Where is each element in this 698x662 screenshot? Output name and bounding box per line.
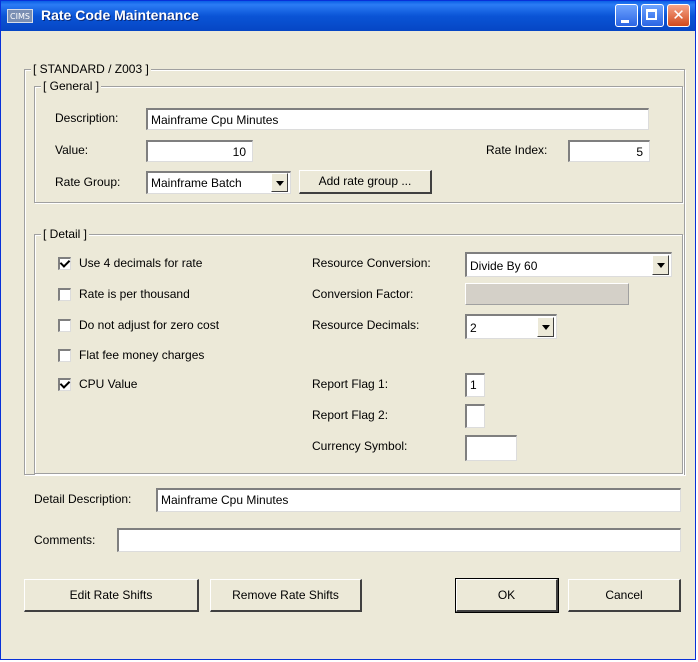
- detail-description-input[interactable]: Mainframe Cpu Minutes: [156, 488, 681, 512]
- conversion-factor-input[interactable]: [465, 283, 629, 305]
- currency-symbol-label: Currency Symbol:: [312, 439, 408, 453]
- cancel-button[interactable]: Cancel: [568, 579, 681, 612]
- comments-label: Comments:: [34, 533, 96, 547]
- report-flag-1-input[interactable]: 1: [465, 373, 485, 397]
- description-input[interactable]: Mainframe Cpu Minutes: [146, 108, 649, 130]
- app-icon: CIMS: [7, 9, 33, 23]
- rate-index-input[interactable]: 5: [568, 140, 650, 162]
- remove-rate-shifts-button[interactable]: Remove Rate Shifts: [210, 579, 362, 612]
- ok-button[interactable]: OK: [455, 578, 559, 613]
- rate-index-label: Rate Index:: [486, 143, 548, 157]
- cpu-value-label: CPU Value: [79, 377, 138, 391]
- resource-conversion-dropdown-button[interactable]: [652, 255, 669, 275]
- close-icon: ✕: [672, 6, 685, 24]
- rate-group-dropdown-button[interactable]: [271, 173, 288, 192]
- resource-conversion-select[interactable]: Divide By 60: [465, 252, 672, 277]
- rate-per-thousand-label: Rate is per thousand: [79, 287, 190, 301]
- description-label: Description:: [55, 111, 119, 125]
- flat-fee-money-checkbox[interactable]: [58, 349, 71, 362]
- resource-decimals-label: Resource Decimals:: [312, 318, 420, 332]
- resource-decimals-dropdown-button[interactable]: [537, 317, 554, 337]
- use-4-decimals-checkbox[interactable]: [58, 257, 71, 270]
- edit-rate-shifts-button[interactable]: Edit Rate Shifts: [24, 579, 199, 612]
- cpu-value-checkbox[interactable]: [58, 378, 71, 391]
- close-button[interactable]: ✕: [667, 4, 690, 27]
- minimize-button[interactable]: [615, 4, 638, 27]
- use-4-decimals-label: Use 4 decimals for rate: [79, 256, 203, 270]
- rate-group-label: Rate Group:: [55, 175, 121, 189]
- comments-input[interactable]: [117, 528, 681, 552]
- currency-symbol-input[interactable]: [465, 435, 517, 461]
- no-adjust-zero-cost-label: Do not adjust for zero cost: [79, 318, 220, 332]
- value-input[interactable]: 10: [146, 140, 253, 162]
- rate-code-group-label: [ STANDARD / Z003 ]: [31, 62, 151, 76]
- conversion-factor-label: Conversion Factor:: [312, 287, 414, 301]
- detail-group-label: [ Detail ]: [41, 227, 90, 241]
- title-bar[interactable]: CIMS Rate Code Maintenance ✕: [1, 1, 695, 31]
- rate-per-thousand-checkbox[interactable]: [58, 288, 71, 301]
- resource-conversion-label: Resource Conversion:: [312, 256, 431, 270]
- maximize-button[interactable]: [641, 4, 664, 27]
- report-flag-2-input[interactable]: [465, 404, 485, 428]
- rate-group-select[interactable]: Mainframe Batch: [146, 171, 291, 194]
- report-flag-1-label: Report Flag 1:: [312, 377, 389, 391]
- rate-code-maintenance-window: CIMS Rate Code Maintenance ✕ [ STANDARD …: [0, 0, 696, 660]
- general-group-label: [ General ]: [41, 79, 102, 93]
- value-label: Value:: [55, 143, 89, 157]
- detail-description-label: Detail Description:: [34, 492, 132, 506]
- window-title: Rate Code Maintenance: [41, 7, 199, 23]
- add-rate-group-button[interactable]: Add rate group ...: [299, 170, 432, 194]
- no-adjust-zero-cost-checkbox[interactable]: [58, 319, 71, 332]
- report-flag-2-label: Report Flag 2:: [312, 408, 389, 422]
- flat-fee-money-label: Flat fee money charges: [79, 348, 205, 362]
